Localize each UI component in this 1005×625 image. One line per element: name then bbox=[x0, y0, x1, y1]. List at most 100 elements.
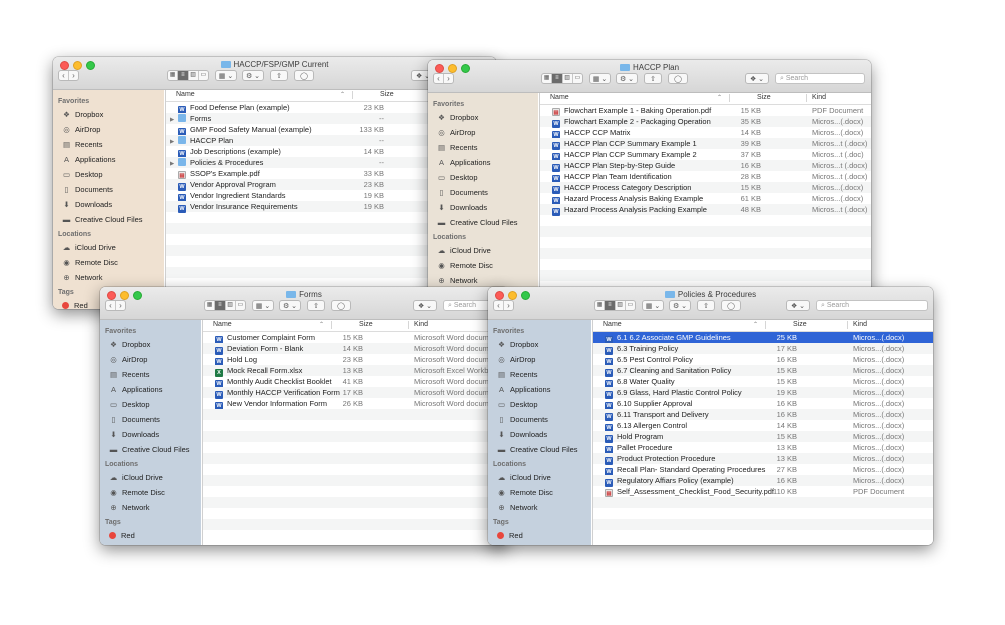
kind-column-header[interactable]: Kind bbox=[414, 321, 428, 328]
sidebar-item-dropbox[interactable]: ❖ Dropbox bbox=[488, 337, 591, 352]
sidebar-item-desktop[interactable]: ▭ Desktop bbox=[488, 397, 591, 412]
gallery-view-button[interactable]: ▭ bbox=[199, 71, 208, 80]
sidebar-tag-red[interactable]: Red bbox=[488, 528, 591, 543]
sidebar-item-network[interactable]: ⊕ Network bbox=[100, 500, 201, 515]
sidebar-item-documents[interactable]: ▯ Documents bbox=[428, 185, 538, 200]
file-row[interactable]: W 6.1 6.2 Associate GMP Guidelines 25 KB Mi… bbox=[593, 332, 933, 344]
sidebar-item-network[interactable]: ⊕ Network bbox=[488, 500, 591, 515]
file-row[interactable]: ▤ Flowchart Example 1 - Baking Operation.… bbox=[540, 105, 871, 116]
file-row[interactable]: W 6.7 Cleaning and Sanitation Policy 15 KB… bbox=[593, 365, 933, 377]
tag-button[interactable]: ◯ bbox=[721, 300, 741, 311]
gallery-view-button[interactable]: ▭ bbox=[236, 301, 245, 310]
forward-button[interactable]: › bbox=[116, 301, 125, 310]
sidebar-item-creative-cloud-files[interactable]: ▬ Creative Cloud Files bbox=[488, 442, 591, 457]
list-view-button[interactable]: ≡ bbox=[605, 301, 616, 310]
sidebar-item-downloads[interactable]: ⬇ Downloads bbox=[53, 197, 164, 212]
sidebar-item-remote-disc[interactable]: ◉ Remote Disc bbox=[53, 255, 164, 270]
sidebar-item-applications[interactable]: A Applications bbox=[100, 382, 201, 397]
sidebar-item-recents[interactable]: ▤ Recents bbox=[488, 367, 591, 382]
sidebar-item-airdrop[interactable]: ◎ AirDrop bbox=[100, 352, 201, 367]
list-view-button[interactable]: ≡ bbox=[178, 71, 189, 80]
column-view-button[interactable]: ▥ bbox=[616, 301, 626, 310]
size-column-header[interactable]: Size bbox=[380, 91, 394, 98]
file-row[interactable]: W HACCP Plan CCP Summary Example 1 39 KB Mi… bbox=[540, 138, 871, 150]
file-row[interactable]: W HACCP CCP Matrix 14 KB Micros...(.docx) bbox=[540, 127, 871, 139]
file-row[interactable]: W 6.3 Training Policy 17 KB Micros...(.docx… bbox=[593, 343, 933, 355]
sidebar-item-desktop[interactable]: ▭ Desktop bbox=[428, 170, 538, 185]
list-view-button[interactable]: ≡ bbox=[215, 301, 226, 310]
column-view-button[interactable]: ▥ bbox=[226, 301, 236, 310]
dropbox-menu-button[interactable]: ❖ ⌄ bbox=[786, 300, 810, 311]
file-row[interactable]: W Hold Program 15 KB Micros...(.docx) bbox=[593, 431, 933, 443]
file-row[interactable]: W Hazard Process Analysis Baking Example 6… bbox=[540, 193, 871, 205]
sidebar-item-dropbox[interactable]: ❖ Dropbox bbox=[428, 110, 538, 125]
dropbox-menu-button[interactable]: ❖ ⌄ bbox=[413, 300, 437, 311]
column-view-button[interactable]: ▥ bbox=[189, 71, 199, 80]
sidebar-item-dropbox[interactable]: ❖ Dropbox bbox=[53, 107, 164, 122]
sidebar-item-airdrop[interactable]: ◎ AirDrop bbox=[53, 122, 164, 137]
file-row[interactable]: W New Vendor Information Form 26 KB Microso… bbox=[203, 398, 508, 410]
sidebar-item-creative-cloud-files[interactable]: ▬ Creative Cloud Files bbox=[53, 212, 164, 227]
sidebar-item-network[interactable]: ⊕ Network bbox=[428, 273, 538, 288]
sidebar-item-remote-disc[interactable]: ◉ Remote Disc bbox=[428, 258, 538, 273]
back-button[interactable]: ‹ bbox=[59, 71, 69, 80]
file-row[interactable]: W 6.5 Pest Control Policy 16 KB Micros...(.… bbox=[593, 354, 933, 366]
action-gear-button[interactable]: ⚙ ⌄ bbox=[669, 300, 691, 311]
column-view-button[interactable]: ▥ bbox=[563, 74, 573, 83]
sidebar-item-icloud-drive[interactable]: ☁ iCloud Drive bbox=[428, 243, 538, 258]
forward-button[interactable]: › bbox=[504, 301, 513, 310]
icon-view-button[interactable]: ▦ bbox=[168, 71, 179, 80]
size-column-header[interactable]: Size bbox=[793, 321, 807, 328]
sidebar-item-documents[interactable]: ▯ Documents bbox=[488, 412, 591, 427]
file-row[interactable]: W Hazard Process Analysis Packing Example… bbox=[540, 204, 871, 216]
action-gear-button[interactable]: ⚙ ⌄ bbox=[242, 70, 264, 81]
sidebar-item-dropbox[interactable]: ❖ Dropbox bbox=[100, 337, 201, 352]
sidebar-item-recents[interactable]: ▤ Recents bbox=[428, 140, 538, 155]
group-button[interactable]: ▦ ⌄ bbox=[252, 300, 274, 311]
search-field[interactable]: ⌕ Search bbox=[816, 300, 928, 311]
file-row[interactable]: W Hold Log 23 KB Microsoft Word docume bbox=[203, 354, 508, 366]
sidebar-item-applications[interactable]: A Applications bbox=[488, 382, 591, 397]
icon-view-button[interactable]: ▦ bbox=[542, 74, 553, 83]
forward-button[interactable]: › bbox=[444, 74, 453, 83]
sidebar-item-airdrop[interactable]: ◎ AirDrop bbox=[488, 352, 591, 367]
file-row[interactable]: W Monthly HACCP Verification Form 17 KB Mic… bbox=[203, 387, 508, 399]
size-column-header[interactable]: Size bbox=[359, 321, 373, 328]
sidebar-item-desktop[interactable]: ▭ Desktop bbox=[100, 397, 201, 412]
sidebar-item-desktop[interactable]: ▭ Desktop bbox=[53, 167, 164, 182]
dropbox-menu-button[interactable]: ❖ ⌄ bbox=[745, 73, 769, 84]
sidebar-item-remote-disc[interactable]: ◉ Remote Disc bbox=[100, 485, 201, 500]
file-row[interactable]: W Monthly Audit Checklist Booklet 41 KB Mic… bbox=[203, 376, 508, 388]
file-row[interactable]: W 6.10 Supplier Approval 16 KB Micros...(.d… bbox=[593, 398, 933, 410]
back-button[interactable]: ‹ bbox=[106, 301, 116, 310]
sidebar-item-network[interactable]: ⊕ Network bbox=[53, 270, 164, 285]
kind-column-header[interactable]: Kind bbox=[853, 321, 867, 328]
sidebar-item-applications[interactable]: A Applications bbox=[53, 152, 164, 167]
sidebar-item-applications[interactable]: A Applications bbox=[428, 155, 538, 170]
file-row[interactable]: W 6.9 Glass, Hard Plastic Control Policy 1… bbox=[593, 387, 933, 399]
share-button[interactable]: ⇧ bbox=[644, 73, 662, 84]
file-row[interactable]: W Deviation Form - Blank 14 KB Microsoft Wo… bbox=[203, 343, 508, 355]
sidebar-tag-orange[interactable]: Orange bbox=[488, 543, 591, 545]
sidebar-item-icloud-drive[interactable]: ☁ iCloud Drive bbox=[488, 470, 591, 485]
sidebar-tag-red[interactable]: Red bbox=[100, 528, 201, 543]
group-button[interactable]: ▦ ⌄ bbox=[215, 70, 237, 81]
sidebar-tag-orange[interactable]: Orange bbox=[100, 543, 201, 545]
sidebar-item-downloads[interactable]: ⬇ Downloads bbox=[100, 427, 201, 442]
gallery-view-button[interactable]: ▭ bbox=[573, 74, 582, 83]
sidebar-item-recents[interactable]: ▤ Recents bbox=[53, 137, 164, 152]
icon-view-button[interactable]: ▦ bbox=[595, 301, 606, 310]
action-gear-button[interactable]: ⚙ ⌄ bbox=[616, 73, 638, 84]
file-row[interactable]: W Pallet Procedure 13 KB Micros...(.docx) bbox=[593, 442, 933, 454]
sidebar-item-creative-cloud-files[interactable]: ▬ Creative Cloud Files bbox=[428, 215, 538, 230]
sidebar-item-downloads[interactable]: ⬇ Downloads bbox=[488, 427, 591, 442]
sidebar-item-icloud-drive[interactable]: ☁ iCloud Drive bbox=[53, 240, 164, 255]
sidebar-item-creative-cloud-files[interactable]: ▬ Creative Cloud Files bbox=[100, 442, 201, 457]
tag-button[interactable]: ◯ bbox=[668, 73, 688, 84]
search-field[interactable]: ⌕ Search bbox=[775, 73, 865, 84]
sidebar-item-remote-disc[interactable]: ◉ Remote Disc bbox=[488, 485, 591, 500]
group-button[interactable]: ▦ ⌄ bbox=[642, 300, 664, 311]
sidebar-item-documents[interactable]: ▯ Documents bbox=[100, 412, 201, 427]
share-button[interactable]: ⇧ bbox=[697, 300, 715, 311]
file-row[interactable]: W HACCP Process Category Description 15 KB… bbox=[540, 182, 871, 194]
